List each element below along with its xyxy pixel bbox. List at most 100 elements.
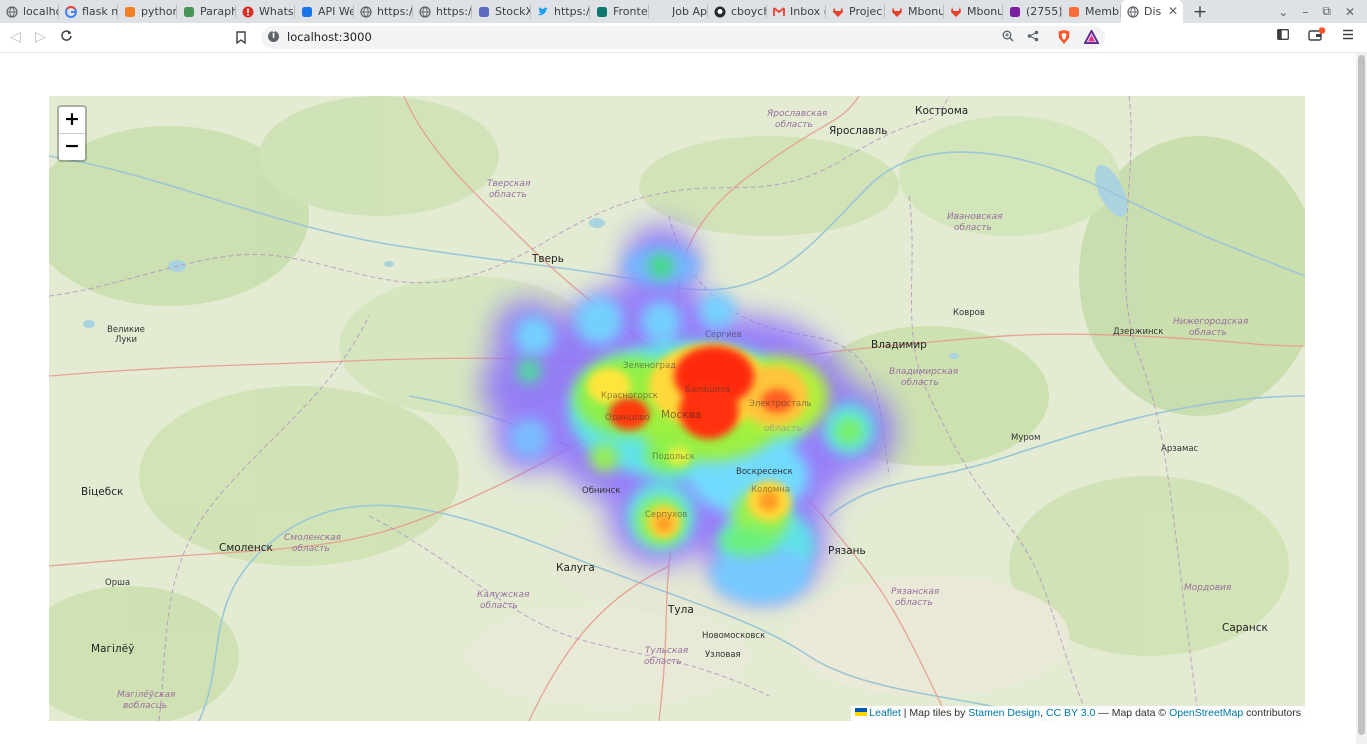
browser-tab[interactable]: StockX bbox=[472, 0, 531, 23]
attribution-text: — Map data © bbox=[1095, 707, 1170, 719]
tab-title: Paraph bbox=[200, 5, 236, 18]
browser-tab[interactable]: Fronte bbox=[590, 0, 649, 23]
map-label: Саранск bbox=[1222, 622, 1268, 634]
browser-tab[interactable]: Projec bbox=[826, 0, 885, 23]
browser-tab[interactable]: (2755) bbox=[1003, 0, 1062, 23]
tab-title: Projec bbox=[849, 5, 883, 18]
forward-icon[interactable]: ▷ bbox=[35, 29, 46, 45]
map-label: Сергиев bbox=[705, 330, 742, 340]
attribution-text: | Map tiles by bbox=[900, 707, 969, 719]
browser-tab[interactable]: cboych bbox=[708, 0, 767, 23]
tab-title: Job Ap bbox=[672, 5, 707, 18]
tab-search-icon[interactable]: ⌄ bbox=[1278, 5, 1288, 19]
browser-tab[interactable]: https:// bbox=[531, 0, 590, 23]
restore-icon[interactable]: ⧉ bbox=[1322, 4, 1331, 19]
tab-active[interactable]: Dis ✕ bbox=[1121, 0, 1183, 23]
new-tab-button[interactable]: + bbox=[1187, 2, 1213, 22]
ukraine-flag-icon bbox=[855, 708, 868, 716]
map-label: Рязанская bbox=[891, 587, 940, 597]
map-label: Калуга bbox=[556, 562, 595, 574]
close-window-icon[interactable]: ✕ bbox=[1345, 5, 1355, 19]
map-label: Кострома bbox=[915, 105, 968, 117]
osm-link[interactable]: OpenStreetMap bbox=[1169, 707, 1243, 719]
map-label: Ярославская bbox=[766, 109, 828, 119]
tab-title: https:// bbox=[554, 5, 590, 18]
tab-title: localhost bbox=[23, 5, 59, 18]
tab-title: python bbox=[141, 5, 177, 18]
map-label: Ярославль bbox=[829, 125, 887, 137]
map-label: Балашиха bbox=[685, 385, 730, 395]
address-url[interactable]: localhost:3000 bbox=[287, 30, 372, 44]
browser-tab[interactable]: https:// bbox=[413, 0, 472, 23]
browser-tab[interactable]: API We bbox=[295, 0, 354, 23]
map-label: вобласць bbox=[123, 701, 167, 711]
map-label: Рязань bbox=[828, 545, 866, 557]
scrollbar-thumb[interactable] bbox=[1358, 55, 1365, 735]
license-link[interactable]: CC BY 3.0 bbox=[1046, 707, 1095, 719]
browser-tab[interactable]: Job Ap bbox=[649, 0, 708, 23]
shield-icon bbox=[302, 6, 312, 17]
globe-icon bbox=[419, 5, 431, 18]
browser-tab[interactable]: python bbox=[118, 0, 177, 23]
tab-title: Inbox ( bbox=[790, 5, 826, 18]
minimize-icon[interactable]: – bbox=[1302, 5, 1308, 19]
map-label: Муром bbox=[1011, 433, 1040, 443]
postman-icon bbox=[1069, 6, 1079, 17]
map-label: область bbox=[292, 544, 330, 554]
map-label: область bbox=[1189, 328, 1227, 338]
map-label: Тула bbox=[667, 604, 694, 616]
map-label: Смоленск bbox=[219, 542, 273, 554]
map-label: Дзержинск bbox=[1113, 327, 1163, 337]
tab-title: https:// bbox=[377, 5, 413, 18]
tab-title: Mbonu bbox=[908, 5, 944, 18]
leaflet-map[interactable]: Кострома Ярославская область Ярославль Т… bbox=[49, 96, 1305, 721]
bookmark-icon[interactable] bbox=[236, 29, 246, 48]
zoom-icon[interactable] bbox=[1002, 30, 1014, 45]
alert-icon bbox=[242, 6, 254, 17]
browser-tab[interactable]: Memb bbox=[1062, 0, 1121, 23]
browser-tab[interactable]: flask ne bbox=[59, 0, 118, 23]
back-icon[interactable]: ◁ bbox=[10, 29, 21, 45]
close-tab-icon[interactable]: ✕ bbox=[1168, 4, 1178, 18]
twitter-icon bbox=[538, 6, 548, 15]
address-bar[interactable]: i localhost:3000 bbox=[261, 26, 1105, 49]
globe-icon bbox=[1127, 5, 1139, 18]
stamen-link[interactable]: Stamen Design bbox=[968, 707, 1040, 719]
browser-tab[interactable]: Mbonu bbox=[885, 0, 944, 23]
tab-title: Whats bbox=[259, 5, 294, 18]
map-label: Ивановская bbox=[947, 212, 1003, 222]
page-scrollbar[interactable] bbox=[1356, 53, 1367, 744]
browser-tab[interactable]: Whats bbox=[236, 0, 295, 23]
blank-icon bbox=[655, 6, 667, 18]
github-icon bbox=[714, 6, 726, 17]
map-label: Ковров bbox=[953, 308, 985, 318]
site-info-icon[interactable]: i bbox=[268, 31, 279, 42]
browser-tab[interactable]: Mbonu bbox=[944, 0, 1003, 23]
tab-title: cboych bbox=[731, 5, 767, 18]
map-label: Новомосковск bbox=[702, 631, 765, 641]
menu-icon[interactable] bbox=[1343, 29, 1353, 44]
map-tiles: Кострома Ярославская область Ярославль Т… bbox=[49, 96, 1305, 721]
reload-icon[interactable] bbox=[60, 29, 73, 46]
share-icon[interactable] bbox=[1027, 30, 1039, 45]
globe-icon bbox=[6, 5, 18, 18]
attribution-text: contributors bbox=[1243, 707, 1301, 719]
brave-shields-icon[interactable] bbox=[1057, 29, 1071, 48]
zoom-out-button[interactable]: − bbox=[59, 134, 85, 160]
browser-tab[interactable]: localhost bbox=[0, 0, 59, 23]
map-label: Арзамас bbox=[1161, 444, 1199, 454]
map-label: Магілёўская bbox=[117, 690, 176, 700]
wallet-icon[interactable] bbox=[1308, 27, 1326, 46]
map-label: область bbox=[901, 378, 939, 388]
tab-title: Dis bbox=[1144, 5, 1162, 18]
brave-rewards-icon[interactable] bbox=[1083, 28, 1100, 47]
browser-tab[interactable]: https:// bbox=[354, 0, 413, 23]
browser-tab[interactable]: Inbox ( bbox=[767, 0, 826, 23]
map-label: Орша bbox=[105, 578, 130, 588]
sidebar-icon[interactable] bbox=[1277, 29, 1289, 44]
zoom-in-button[interactable]: + bbox=[59, 107, 85, 134]
browser-tab[interactable]: Paraph bbox=[177, 0, 236, 23]
map-label: Луки bbox=[115, 335, 137, 345]
leaflet-link[interactable]: Leaflet bbox=[869, 707, 901, 719]
map-label: Подольск bbox=[652, 452, 695, 462]
